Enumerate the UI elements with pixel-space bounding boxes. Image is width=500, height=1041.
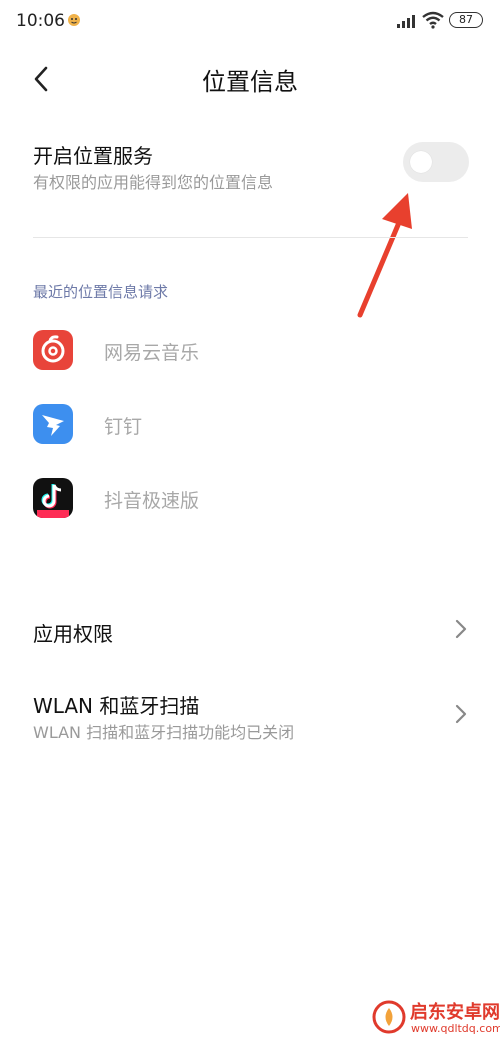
status-bar: 10:06 87 bbox=[0, 0, 500, 44]
page-title: 位置信息 bbox=[202, 68, 298, 96]
location-service-title: 开启位置服务 bbox=[33, 144, 153, 168]
app-permissions-title: 应用权限 bbox=[33, 622, 113, 646]
red-arrow-icon bbox=[357, 193, 412, 318]
list-item-app[interactable]: 钉钉 bbox=[0, 394, 500, 454]
wlan-bluetooth-scan-title: WLAN 和蓝牙扫描 bbox=[33, 694, 200, 718]
location-service-toggle[interactable] bbox=[403, 142, 469, 182]
list-item-app[interactable]: 抖音极速版 bbox=[0, 468, 500, 528]
toggle-knob bbox=[410, 151, 432, 173]
netease-music-icon bbox=[33, 330, 73, 370]
location-service-subtitle: 有权限的应用能得到您的位置信息 bbox=[33, 173, 274, 192]
app-name: 抖音极速版 bbox=[104, 490, 200, 512]
battery-icon: 87 bbox=[449, 12, 483, 28]
status-time: 10:06 bbox=[16, 11, 65, 31]
signal-icon bbox=[397, 15, 415, 28]
watermark: 启东安卓网 www.qdltdq.com bbox=[368, 994, 500, 1041]
chevron-right-icon bbox=[455, 619, 467, 639]
divider bbox=[33, 237, 468, 238]
recent-requests-header: 最近的位置信息请求 bbox=[33, 283, 169, 301]
app-name: 网易云音乐 bbox=[104, 342, 200, 364]
dingtalk-icon bbox=[33, 404, 73, 444]
chevron-right-icon bbox=[455, 704, 467, 724]
wlan-bluetooth-scan-subtitle: WLAN 扫描和蓝牙扫描功能均已关闭 bbox=[33, 723, 295, 742]
douyin-lite-icon bbox=[33, 478, 73, 518]
watermark-logo-icon bbox=[372, 1000, 406, 1034]
watermark-name: 启东安卓网 bbox=[410, 1002, 500, 1023]
wifi-icon bbox=[422, 11, 444, 29]
app-name: 钉钉 bbox=[104, 416, 143, 438]
watermark-url: www.qdltdq.com bbox=[411, 1022, 500, 1035]
list-item-app[interactable]: 网易云音乐 bbox=[0, 320, 500, 380]
app-notification-icon bbox=[68, 14, 80, 26]
